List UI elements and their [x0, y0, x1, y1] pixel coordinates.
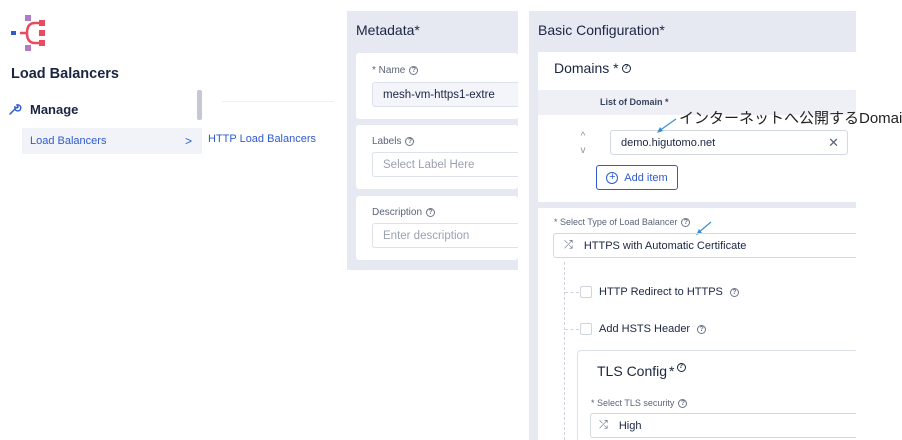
basic-configuration-title: Basic Configuration* [538, 22, 665, 38]
help-icon[interactable]: ? [681, 217, 691, 227]
help-icon[interactable]: ? [426, 208, 436, 217]
help-icon[interactable]: ? [678, 398, 688, 408]
metadata-panel: Metadata* * Name? mesh-vm-https1-extre L… [347, 11, 518, 270]
http-redirect-checkbox[interactable] [580, 286, 592, 298]
name-input[interactable]: mesh-vm-https1-extre [372, 82, 518, 107]
nav-scrollbar[interactable] [197, 90, 202, 120]
domains-title: Domains *? [554, 60, 631, 76]
add-hsts-checkbox[interactable] [580, 323, 592, 335]
metadata-title: Metadata* [356, 22, 420, 38]
divider [222, 101, 334, 102]
tree-connector [564, 262, 565, 440]
name-field-card: * Name? mesh-vm-https1-extre [356, 53, 518, 119]
nav-title: Load Balancers [11, 66, 119, 82]
labels-select[interactable]: Select Label Here [372, 152, 518, 177]
nav-section-manage[interactable]: Manage [8, 98, 78, 120]
help-icon[interactable]: ? [729, 287, 739, 297]
description-field-card: Description? Enter description [356, 196, 518, 260]
chevron-right-icon: > [184, 134, 192, 148]
http-redirect-row[interactable]: HTTP Redirect to HTTPS ? [580, 286, 739, 298]
http-load-balancers-link[interactable]: HTTP Load Balancers [208, 133, 316, 145]
help-icon[interactable]: ? [409, 66, 419, 75]
name-label: * Name? [372, 65, 419, 76]
app-logo [11, 15, 45, 51]
help-icon[interactable]: ? [621, 63, 631, 73]
wrench-icon [9, 104, 22, 115]
plus-circle-icon: + [606, 171, 619, 184]
add-item-button[interactable]: + Add item [596, 165, 678, 190]
tls-security-label: * Select TLS security? [591, 398, 688, 408]
description-label: Description? [372, 207, 436, 218]
tree-connector [565, 292, 579, 293]
help-icon[interactable]: ? [697, 324, 707, 334]
annotation-domain: インターネットへ公開するDomain [679, 110, 902, 127]
help-icon[interactable]: ? [676, 363, 686, 372]
nav-section-label: Manage [30, 101, 79, 117]
lb-type-label: * Select Type of Load Balancer? [554, 217, 691, 227]
tls-config-title: TLS Config *? [597, 363, 686, 379]
domain-input[interactable]: demo.higutomo.net ✕ [610, 130, 848, 155]
sidebar-nav: Manage Load Balancers > [8, 90, 204, 156]
shuffle-icon: ⤮ [564, 239, 573, 251]
tree-connector [565, 329, 579, 330]
labels-field-card: Labels? Select Label Here [356, 125, 518, 189]
labels-label: Labels? [372, 136, 415, 147]
close-icon[interactable]: ✕ [828, 135, 839, 151]
sidebar-item-label: Load Balancers [30, 135, 107, 147]
shuffle-icon: ⤮ [599, 419, 608, 431]
description-input[interactable]: Enter description [372, 223, 518, 248]
annotation-arrow [657, 118, 677, 133]
lb-type-select[interactable]: ⤮ HTTPS with Automatic Certificate [553, 233, 856, 258]
sidebar-item-load-balancers[interactable]: Load Balancers > [22, 128, 202, 154]
tls-security-select[interactable]: ⤮ High [590, 413, 856, 438]
reorder-handle[interactable]: ^ v [578, 130, 588, 158]
help-icon[interactable]: ? [405, 137, 415, 146]
add-hsts-row[interactable]: Add HSTS Header ? [580, 323, 707, 335]
